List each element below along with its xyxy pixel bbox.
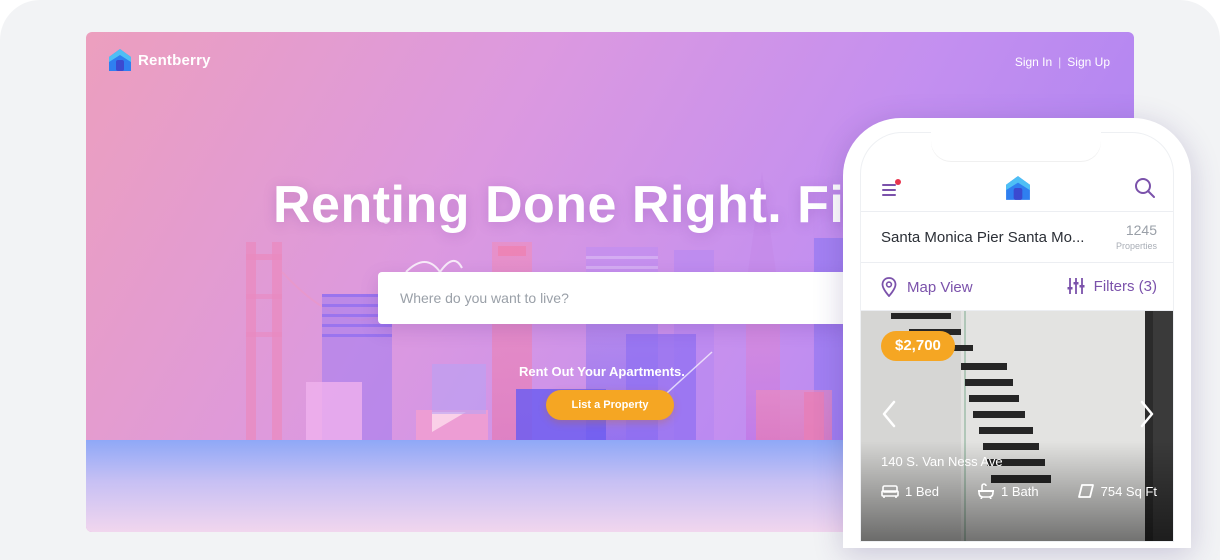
area-feature: 754 Sq Ft — [1077, 483, 1157, 499]
listing-features: 1 Bed 1 Bath 754 Sq Ft — [881, 483, 1157, 499]
beds-feature: 1 Bed — [881, 483, 939, 499]
list-property-button[interactable]: List a Property — [546, 390, 674, 420]
bed-icon — [881, 485, 899, 498]
chevron-right-icon[interactable] — [1137, 399, 1157, 429]
sign-in-link[interactable]: Sign In — [1015, 55, 1052, 69]
sliders-icon — [1067, 278, 1085, 294]
home-logo-icon[interactable] — [1005, 175, 1031, 201]
map-view-button[interactable]: Map View — [881, 277, 973, 297]
listing-address: 140 S. Van Ness Ave — [881, 454, 1003, 469]
auth-separator: | — [1058, 55, 1062, 69]
price-badge: $2,700 — [881, 331, 955, 361]
baths-label: 1 Bath — [1001, 483, 1039, 499]
sign-up-link[interactable]: Sign Up — [1067, 55, 1110, 69]
area-icon — [1077, 484, 1094, 498]
listing-card[interactable]: $2,700 140 S. Van Ness Ave 1 Bed 1 Bath … — [861, 311, 1173, 541]
filters-button[interactable]: Filters (3) — [1067, 277, 1157, 295]
phone-mockup: Santa Monica Pier Santa Mo... 1245 Prope… — [843, 118, 1191, 548]
device-frame: Rentberry Sign In | Sign Up Renting Done… — [0, 0, 1220, 560]
map-view-label: Map View — [907, 278, 973, 296]
brand[interactable]: Rentberry — [108, 48, 211, 72]
auth-links: Sign In | Sign Up — [1015, 55, 1110, 69]
location-name: Santa Monica Pier Santa Mo... — [881, 229, 1085, 246]
search-icon[interactable] — [1134, 177, 1156, 199]
app-top-bar — [861, 173, 1173, 213]
chevron-left-icon[interactable] — [879, 399, 899, 429]
map-pin-icon — [881, 277, 897, 297]
phone-screen: Santa Monica Pier Santa Mo... 1245 Prope… — [860, 132, 1174, 542]
location-search[interactable] — [378, 272, 848, 324]
property-count-label: Properties — [1115, 241, 1157, 251]
tools-row: Map View Filters (3) — [861, 263, 1173, 311]
baths-feature: 1 Bath — [977, 483, 1039, 499]
rent-out-title: Rent Out Your Apartments. — [519, 364, 685, 379]
rentberry-logo-icon — [109, 49, 131, 71]
phone-notch — [931, 132, 1101, 162]
beds-label: 1 Bed — [905, 483, 939, 499]
brand-name: Rentberry — [138, 51, 211, 69]
location-row[interactable]: Santa Monica Pier Santa Mo... 1245 Prope… — [861, 211, 1173, 263]
property-count: 1245 — [1125, 222, 1157, 238]
bath-icon — [978, 483, 994, 499]
hero-headline: Renting Done Right. Fin — [273, 176, 877, 234]
location-search-input[interactable] — [378, 272, 848, 324]
filters-label: Filters (3) — [1093, 277, 1157, 295]
menu-icon[interactable] — [881, 179, 903, 201]
area-label: 754 Sq Ft — [1100, 483, 1157, 499]
